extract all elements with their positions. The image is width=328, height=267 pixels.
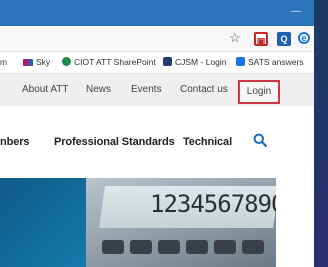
nav-link-professional-standards[interactable]: Professional Standards <box>54 136 175 148</box>
bookmark-label: CIOT ATT SharePoint <box>74 57 156 67</box>
bookmark-ciot-sharepoint[interactable]: CIOT ATT SharePoint <box>62 56 156 68</box>
minimize-icon[interactable]: — <box>291 7 301 17</box>
calculator-key <box>242 240 264 254</box>
calculator-digits: 1234567890 <box>150 190 276 218</box>
hero-image: 1234567890 <box>0 178 276 267</box>
sats-icon <box>236 57 245 66</box>
nav-link-news[interactable]: News <box>86 84 111 96</box>
edge-extension-icon[interactable]: e <box>298 32 310 44</box>
bookmark-sky[interactable]: Sky <box>23 56 50 68</box>
bookmark-star-icon[interactable]: ☆ <box>229 31 241 45</box>
login-button[interactable]: Login <box>238 80 280 104</box>
bookmarks-bar: m Sky CIOT ATT SharePoint CJSM - Login S… <box>0 52 314 74</box>
shield-extension-icon[interactable]: ▣ <box>254 32 268 46</box>
nav-link-about[interactable]: About ATT <box>22 84 69 96</box>
bookmark-label: Sky <box>36 57 51 67</box>
cjsm-icon <box>163 57 172 66</box>
calculator-keys <box>88 234 276 267</box>
nav-link-members[interactable]: nbers <box>0 136 30 148</box>
search-icon[interactable] <box>253 133 267 147</box>
sharepoint-icon <box>62 57 71 66</box>
bookmark-label: CJSM - Login <box>175 57 227 67</box>
browser-window: — ☆ ▣ Q e m Sky CIOT ATT SharePoint CJSM… <box>0 0 314 267</box>
q-extension-icon[interactable]: Q <box>277 32 291 46</box>
calculator-key <box>102 240 124 254</box>
nav-link-events[interactable]: Events <box>131 84 162 96</box>
calculator-key <box>186 240 208 254</box>
browser-titlebar <box>0 0 314 26</box>
bookmark-sats-answers[interactable]: SATS answers <box>236 56 304 68</box>
sky-icon <box>23 59 33 66</box>
desktop-background-edge <box>314 0 328 267</box>
nav-link-technical[interactable]: Technical <box>183 136 232 148</box>
calculator-key <box>214 240 236 254</box>
bookmark-label: SATS answers <box>248 57 304 67</box>
calculator-key <box>130 240 152 254</box>
nav-link-contact[interactable]: Contact us <box>180 84 228 96</box>
bookmark-cjsm-login[interactable]: CJSM - Login <box>163 56 227 68</box>
bookmark-item[interactable]: m <box>0 56 7 68</box>
calculator-key <box>158 240 180 254</box>
